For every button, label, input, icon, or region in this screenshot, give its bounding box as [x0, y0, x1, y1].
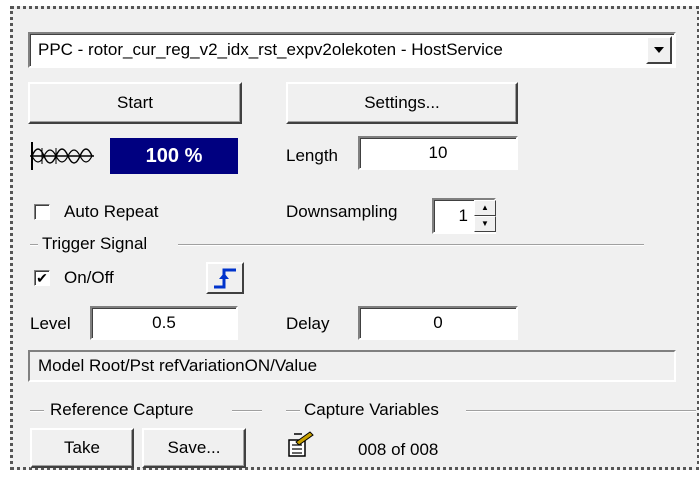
trigger-group-label: Trigger Signal	[42, 234, 148, 253]
spin-up-icon[interactable]: ▲	[474, 200, 496, 216]
auto-repeat-label: Auto Repeat	[64, 202, 159, 221]
reference-group-line-right	[232, 410, 262, 412]
service-select[interactable]: PPC - rotor_cur_reg_v2_idx_rst_expv2olek…	[28, 32, 676, 68]
progress-indicator: 100 %	[110, 138, 238, 174]
capture-variables-label: Capture Variables	[304, 400, 439, 419]
delay-value: 0	[433, 313, 443, 332]
auto-repeat-checkbox[interactable]	[34, 204, 50, 220]
check-mark-icon: ✔	[36, 270, 48, 286]
chevron-down-icon	[654, 47, 664, 53]
capture-variables-group-line-left	[286, 410, 300, 412]
downsampling-label: Downsampling	[286, 202, 398, 221]
length-input[interactable]: 10	[358, 136, 518, 170]
rising-edge-icon	[214, 268, 236, 289]
trigger-onoff-label: On/Off	[64, 268, 114, 287]
length-label: Length	[286, 146, 338, 165]
capture-variables-group-line	[466, 410, 696, 412]
level-label: Level	[30, 314, 71, 333]
settings-button[interactable]: Settings...	[286, 82, 518, 124]
variables-icon	[286, 430, 316, 460]
downsampling-value: 1	[458, 206, 468, 225]
reference-capture-label: Reference Capture	[50, 400, 194, 419]
save-button[interactable]: Save...	[142, 428, 246, 468]
take-button-label: Take	[64, 438, 100, 457]
start-button-label: Start	[117, 93, 153, 112]
settings-button-label: Settings...	[364, 93, 440, 112]
signal-waveform-icon	[28, 138, 96, 174]
progress-text: 100 %	[145, 144, 203, 167]
trigger-signal-path: Model Root/Pst refVariationON/Value	[28, 350, 676, 382]
level-value: 0.5	[152, 313, 176, 332]
trigger-onoff-checkbox[interactable]: ✔	[34, 270, 50, 286]
service-select-dropdown-button[interactable]	[646, 36, 672, 64]
level-input[interactable]: 0.5	[90, 306, 238, 340]
capture-variables-count: 008 of 008	[358, 440, 439, 459]
length-value: 10	[428, 143, 448, 162]
take-button[interactable]: Take	[30, 428, 134, 468]
trigger-group-line	[178, 244, 644, 246]
save-button-label: Save...	[167, 438, 221, 457]
spin-down-icon[interactable]: ▼	[474, 216, 496, 232]
trigger-group-line-left	[30, 244, 38, 246]
service-select-value: PPC - rotor_cur_reg_v2_idx_rst_expv2olek…	[38, 40, 503, 59]
trigger-edge-button[interactable]	[206, 262, 244, 294]
reference-group-line-left	[30, 410, 44, 412]
downsampling-spinner[interactable]: ▲ ▼	[474, 200, 496, 232]
delay-input[interactable]: 0	[358, 306, 518, 340]
trigger-signal-path-text: Model Root/Pst refVariationON/Value	[38, 356, 318, 375]
start-button[interactable]: Start	[28, 82, 242, 124]
delay-label: Delay	[286, 314, 330, 333]
